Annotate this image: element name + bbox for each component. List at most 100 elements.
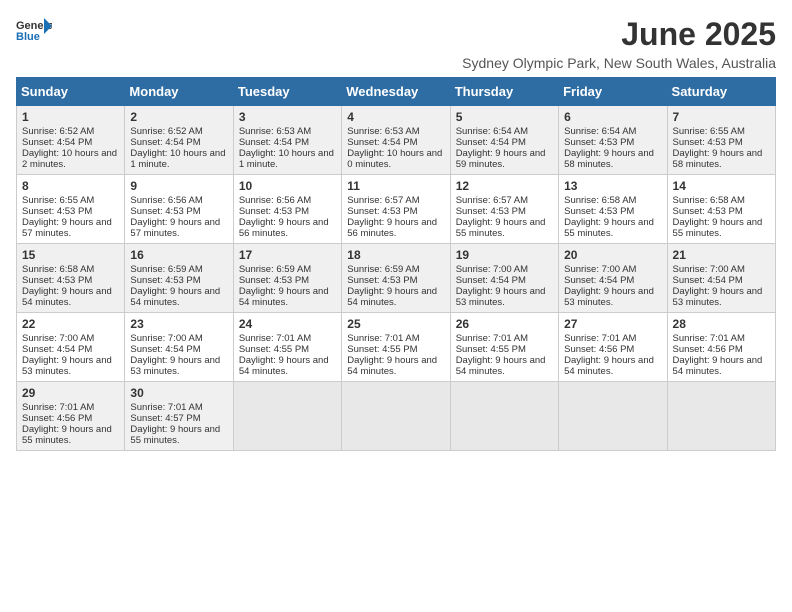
daylight-label: Daylight: 9 hours and 55 minutes. xyxy=(22,424,112,446)
day-number: 16 xyxy=(130,248,227,262)
svg-text:Blue: Blue xyxy=(16,31,40,43)
sunset: Sunset: 4:54 PM xyxy=(239,137,309,148)
day-number: 21 xyxy=(673,248,770,262)
day-number: 10 xyxy=(239,179,336,193)
calendar-cell: 3Sunrise: 6:53 AMSunset: 4:54 PMDaylight… xyxy=(233,106,341,175)
sunset: Sunset: 4:54 PM xyxy=(22,137,92,148)
calendar-cell: 4Sunrise: 6:53 AMSunset: 4:54 PMDaylight… xyxy=(342,106,450,175)
daylight-label: Daylight: 9 hours and 54 minutes. xyxy=(130,286,220,308)
sunset: Sunset: 4:53 PM xyxy=(22,206,92,217)
sunrise: Sunrise: 7:01 AM xyxy=(673,333,745,344)
calendar-header-row: SundayMondayTuesdayWednesdayThursdayFrid… xyxy=(17,78,776,106)
daylight-label: Daylight: 9 hours and 54 minutes. xyxy=(239,286,329,308)
sunset: Sunset: 4:56 PM xyxy=(564,344,634,355)
daylight-label: Daylight: 9 hours and 56 minutes. xyxy=(239,217,329,239)
sunrise: Sunrise: 7:01 AM xyxy=(564,333,636,344)
calendar-cell: 24Sunrise: 7:01 AMSunset: 4:55 PMDayligh… xyxy=(233,313,341,382)
daylight-label: Daylight: 9 hours and 53 minutes. xyxy=(673,286,763,308)
daylight-label: Daylight: 9 hours and 55 minutes. xyxy=(673,217,763,239)
sunrise: Sunrise: 6:59 AM xyxy=(239,264,311,275)
day-number: 9 xyxy=(130,179,227,193)
sunrise: Sunrise: 6:57 AM xyxy=(456,195,528,206)
sunrise: Sunrise: 6:59 AM xyxy=(130,264,202,275)
daylight-label: Daylight: 10 hours and 1 minute. xyxy=(130,148,225,170)
daylight-label: Daylight: 9 hours and 54 minutes. xyxy=(456,355,546,377)
sunset: Sunset: 4:53 PM xyxy=(347,206,417,217)
calendar-week-row: 15Sunrise: 6:58 AMSunset: 4:53 PMDayligh… xyxy=(17,244,776,313)
sunrise: Sunrise: 7:01 AM xyxy=(456,333,528,344)
day-number: 3 xyxy=(239,110,336,124)
day-number: 23 xyxy=(130,317,227,331)
day-number: 29 xyxy=(22,386,119,400)
sunset: Sunset: 4:54 PM xyxy=(347,137,417,148)
sunrise: Sunrise: 7:01 AM xyxy=(130,402,202,413)
sunrise: Sunrise: 6:54 AM xyxy=(564,126,636,137)
daylight-label: Daylight: 10 hours and 0 minutes. xyxy=(347,148,442,170)
header-tuesday: Tuesday xyxy=(233,78,341,106)
calendar-cell: 25Sunrise: 7:01 AMSunset: 4:55 PMDayligh… xyxy=(342,313,450,382)
logo: General Blue xyxy=(16,16,52,44)
daylight-label: Daylight: 9 hours and 53 minutes. xyxy=(22,355,112,377)
sunrise: Sunrise: 6:58 AM xyxy=(22,264,94,275)
calendar-week-row: 1Sunrise: 6:52 AMSunset: 4:54 PMDaylight… xyxy=(17,106,776,175)
sunset: Sunset: 4:53 PM xyxy=(564,206,634,217)
day-number: 20 xyxy=(564,248,661,262)
sunset: Sunset: 4:57 PM xyxy=(130,413,200,424)
daylight-label: Daylight: 9 hours and 53 minutes. xyxy=(456,286,546,308)
calendar-cell: 13Sunrise: 6:58 AMSunset: 4:53 PMDayligh… xyxy=(559,175,667,244)
calendar-cell: 7Sunrise: 6:55 AMSunset: 4:53 PMDaylight… xyxy=(667,106,775,175)
sunset: Sunset: 4:54 PM xyxy=(456,275,526,286)
day-number: 22 xyxy=(22,317,119,331)
sunset: Sunset: 4:53 PM xyxy=(456,206,526,217)
calendar-cell: 18Sunrise: 6:59 AMSunset: 4:53 PMDayligh… xyxy=(342,244,450,313)
calendar-cell: 28Sunrise: 7:01 AMSunset: 4:56 PMDayligh… xyxy=(667,313,775,382)
sunset: Sunset: 4:54 PM xyxy=(130,344,200,355)
calendar-cell xyxy=(233,382,341,451)
calendar-cell: 26Sunrise: 7:01 AMSunset: 4:55 PMDayligh… xyxy=(450,313,558,382)
sunset: Sunset: 4:53 PM xyxy=(130,275,200,286)
day-number: 1 xyxy=(22,110,119,124)
sunset: Sunset: 4:55 PM xyxy=(456,344,526,355)
calendar-cell: 6Sunrise: 6:54 AMSunset: 4:53 PMDaylight… xyxy=(559,106,667,175)
header-sunday: Sunday xyxy=(17,78,125,106)
sunset: Sunset: 4:56 PM xyxy=(22,413,92,424)
calendar-cell: 27Sunrise: 7:01 AMSunset: 4:56 PMDayligh… xyxy=(559,313,667,382)
sunrise: Sunrise: 6:56 AM xyxy=(130,195,202,206)
sunset: Sunset: 4:54 PM xyxy=(22,344,92,355)
day-number: 4 xyxy=(347,110,444,124)
daylight-label: Daylight: 9 hours and 59 minutes. xyxy=(456,148,546,170)
sunrise: Sunrise: 6:58 AM xyxy=(673,195,745,206)
sunset: Sunset: 4:55 PM xyxy=(239,344,309,355)
header-thursday: Thursday xyxy=(450,78,558,106)
day-number: 30 xyxy=(130,386,227,400)
sunset: Sunset: 4:55 PM xyxy=(347,344,417,355)
sunrise: Sunrise: 6:52 AM xyxy=(130,126,202,137)
calendar-cell xyxy=(342,382,450,451)
day-number: 5 xyxy=(456,110,553,124)
sunrise: Sunrise: 6:59 AM xyxy=(347,264,419,275)
daylight-label: Daylight: 9 hours and 53 minutes. xyxy=(130,355,220,377)
day-number: 24 xyxy=(239,317,336,331)
sunset: Sunset: 4:53 PM xyxy=(673,137,743,148)
day-number: 18 xyxy=(347,248,444,262)
daylight-label: Daylight: 9 hours and 56 minutes. xyxy=(347,217,437,239)
sunrise: Sunrise: 7:00 AM xyxy=(673,264,745,275)
logo-icon: General Blue xyxy=(16,16,52,44)
main-title: June 2025 xyxy=(462,16,776,53)
calendar-table: SundayMondayTuesdayWednesdayThursdayFrid… xyxy=(16,77,776,451)
sunset: Sunset: 4:54 PM xyxy=(456,137,526,148)
calendar-week-row: 22Sunrise: 7:00 AMSunset: 4:54 PMDayligh… xyxy=(17,313,776,382)
sunset: Sunset: 4:53 PM xyxy=(347,275,417,286)
header-saturday: Saturday xyxy=(667,78,775,106)
sunset: Sunset: 4:54 PM xyxy=(130,137,200,148)
calendar-cell: 2Sunrise: 6:52 AMSunset: 4:54 PMDaylight… xyxy=(125,106,233,175)
calendar-cell: 29Sunrise: 7:01 AMSunset: 4:56 PMDayligh… xyxy=(17,382,125,451)
header-wednesday: Wednesday xyxy=(342,78,450,106)
daylight-label: Daylight: 9 hours and 55 minutes. xyxy=(564,217,654,239)
daylight-label: Daylight: 9 hours and 54 minutes. xyxy=(564,355,654,377)
daylight-label: Daylight: 9 hours and 58 minutes. xyxy=(564,148,654,170)
sunset: Sunset: 4:53 PM xyxy=(564,137,634,148)
header-friday: Friday xyxy=(559,78,667,106)
subtitle: Sydney Olympic Park, New South Wales, Au… xyxy=(462,55,776,71)
calendar-cell: 12Sunrise: 6:57 AMSunset: 4:53 PMDayligh… xyxy=(450,175,558,244)
